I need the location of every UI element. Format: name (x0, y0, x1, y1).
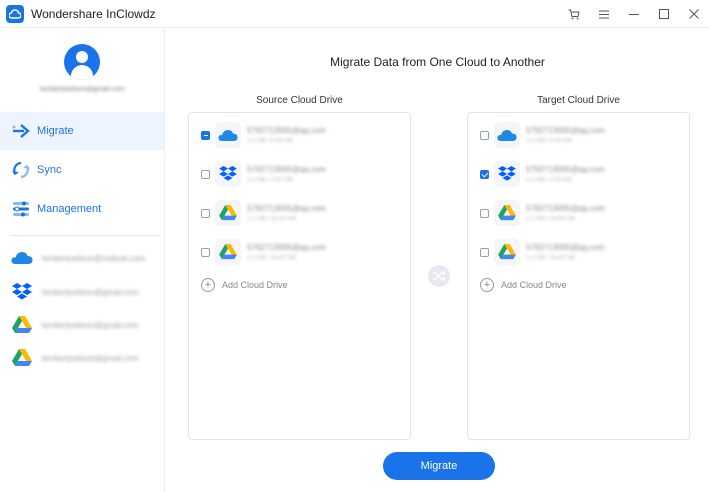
target-drive-row[interactable]: 5792713005@qq.com 1.2 GB / 15.00 GB (468, 234, 689, 270)
source-drive-checkbox[interactable] (201, 169, 210, 179)
window-controls (559, 0, 709, 28)
target-add-cloud-drive-button[interactable]: + Add Cloud Drive (480, 278, 567, 292)
sidebar-divider (10, 235, 160, 236)
source-drive-checkbox[interactable] (201, 247, 210, 257)
onedrive-icon (10, 246, 34, 270)
google-drive-icon (10, 313, 34, 337)
maximize-icon[interactable] (649, 0, 679, 28)
drive-usage: 1.2 GB / 15.00 GB (526, 255, 576, 261)
drive-usage: 1.2 GB / 15.00 GB (526, 216, 576, 222)
source-drive-checkbox[interactable] (201, 208, 210, 218)
nav-label-migrate: Migrate (37, 125, 74, 137)
target-column-label: Target Cloud Drive (537, 95, 620, 106)
sidebar-account-email: kimberlywilson@gmail.com (42, 320, 139, 330)
nav-item-management[interactable]: Management (0, 190, 164, 228)
onedrive-icon (494, 122, 520, 148)
source-panel: 5792713005@qq.com 1.2 GB / 5.00 GB 57927… (188, 112, 411, 440)
drive-usage: 1.2 GB / 15.00 GB (247, 255, 297, 261)
nav-label-sync: Sync (37, 164, 62, 176)
plus-icon: + (201, 278, 215, 292)
nav-label-management: Management (37, 203, 102, 215)
drive-email: 5792713005@qq.com (247, 243, 326, 252)
target-drive-row[interactable]: 5792713005@qq.com 1.2 GB / 15.00 GB (468, 195, 689, 231)
app-title: Wondershare InClowdz (31, 6, 156, 21)
sidebar: kimberlywilson@gmail.com Migrate Sync Ma… (0, 28, 165, 492)
migrate-icon (11, 121, 31, 141)
sidebar-account-email: kimberlywilson@gmail.com (42, 287, 139, 297)
drive-email: 5792713005@qq.com (247, 126, 326, 135)
sidebar-account-email: kimberlywilson@outlook.com (42, 253, 146, 263)
source-drive-row[interactable]: 5792713005@qq.com 1.2 GB / 5.00 GB (189, 117, 410, 153)
sidebar-account-onedrive[interactable]: kimberlywilson@outlook.com (10, 246, 160, 270)
migrate-button[interactable]: Migrate (383, 452, 495, 480)
drive-usage: 1.2 GB / 5.00 GB (247, 138, 293, 144)
source-drive-checkbox[interactable] (201, 130, 210, 140)
plus-icon: + (480, 278, 494, 292)
google-drive-icon (215, 239, 241, 265)
drive-email: 5792713005@qq.com (247, 165, 326, 174)
main-area: Migrate Data from One Cloud to Another S… (166, 28, 709, 492)
drive-email: 5792713005@qq.com (247, 204, 326, 213)
dropbox-icon (494, 161, 520, 187)
drive-email: 5792713005@qq.com (526, 243, 605, 252)
target-drive-checkbox[interactable] (480, 130, 489, 140)
close-icon[interactable] (679, 0, 709, 28)
drive-usage: 1.2 GB / 15.00 GB (247, 216, 297, 222)
nav-item-sync[interactable]: Sync (0, 151, 164, 189)
page-title: Migrate Data from One Cloud to Another (330, 55, 545, 69)
google-drive-icon (494, 239, 520, 265)
minimize-icon[interactable] (619, 0, 649, 28)
source-drive-row[interactable]: 5792713005@qq.com 1.2 GB / 15.00 GB (189, 195, 410, 231)
drive-usage: 1.2 GB / 5.00 GB (526, 138, 572, 144)
menu-icon[interactable] (589, 0, 619, 28)
drive-email: 5792713005@qq.com (526, 126, 605, 135)
target-drive-checkbox[interactable] (480, 247, 489, 257)
dropbox-icon (10, 280, 34, 304)
source-drive-row[interactable]: 5792713005@qq.com 1.2 GB / 15.00 GB (189, 234, 410, 270)
google-drive-icon (494, 200, 520, 226)
app-logo-icon (6, 4, 24, 23)
sidebar-account-email: kimberlywilson@gmail.com (42, 353, 139, 363)
nav-item-migrate[interactable]: Migrate (0, 112, 164, 150)
source-column-label: Source Cloud Drive (256, 95, 343, 106)
sidebar-account-dropbox[interactable]: kimberlywilson@gmail.com (10, 280, 160, 304)
target-drive-checkbox[interactable] (480, 208, 489, 218)
drive-email: 5792713005@qq.com (526, 165, 605, 174)
google-drive-icon (215, 200, 241, 226)
target-panel: 5792713005@qq.com 1.2 GB / 5.00 GB 57927… (467, 112, 690, 440)
add-cloud-drive-label: Add Cloud Drive (501, 280, 567, 290)
avatar[interactable] (64, 44, 100, 80)
sync-icon (11, 160, 31, 180)
sidebar-account-google-drive[interactable]: kimberlywilson@gmail.com (10, 346, 160, 370)
management-icon (11, 199, 31, 219)
title-bar: Wondershare InClowdz (0, 0, 709, 28)
drive-usage: 1.2 GB / 2.00 GB (247, 177, 293, 183)
target-drive-checkbox[interactable] (480, 169, 489, 179)
target-drive-row[interactable]: 5792713005@qq.com 1.2 GB / 2.00 GB (468, 156, 689, 192)
onedrive-icon (215, 122, 241, 148)
source-add-cloud-drive-button[interactable]: + Add Cloud Drive (201, 278, 288, 292)
user-email: kimberlywilson@gmail.com (40, 86, 125, 93)
add-cloud-drive-label: Add Cloud Drive (222, 280, 288, 290)
source-drive-row[interactable]: 5792713005@qq.com 1.2 GB / 2.00 GB (189, 156, 410, 192)
swap-icon[interactable] (428, 265, 450, 287)
cart-icon[interactable] (559, 0, 589, 28)
drive-email: 5792713005@qq.com (526, 204, 605, 213)
drive-usage: 1.2 GB / 2.00 GB (526, 177, 572, 183)
dropbox-icon (215, 161, 241, 187)
sidebar-account-google-drive[interactable]: kimberlywilson@gmail.com (10, 313, 160, 337)
target-drive-row[interactable]: 5792713005@qq.com 1.2 GB / 5.00 GB (468, 117, 689, 153)
google-drive-icon (10, 346, 34, 370)
